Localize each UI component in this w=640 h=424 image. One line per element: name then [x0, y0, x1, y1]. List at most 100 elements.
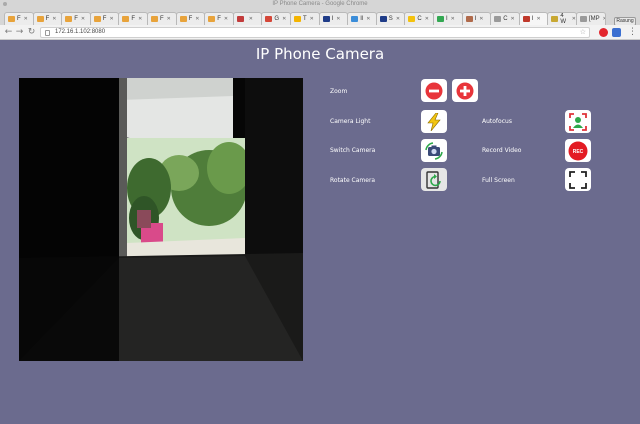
browser-tab[interactable]: F ✕ [204, 12, 234, 25]
back-icon[interactable]: ← [3, 26, 14, 38]
tab-close-icon[interactable]: ✕ [366, 16, 370, 22]
tab-close-icon[interactable]: ✕ [138, 16, 142, 22]
browser-tab[interactable]: 4 W ✕ [547, 12, 577, 25]
camera-video-feed[interactable] [19, 78, 303, 361]
window-titlebar: IP Phone Camera - Google Chrome [0, 0, 640, 8]
tab-favicon-icon [294, 16, 301, 22]
autofocus-label: Autofocus [482, 118, 512, 125]
full-screen-label: Full Screen [482, 177, 515, 184]
browser-tab[interactable]: C ✕ [404, 12, 434, 25]
tab-close-icon[interactable]: ✕ [396, 16, 400, 22]
tab-close-icon[interactable]: ✕ [81, 16, 85, 22]
record-video-label: Record Video [482, 147, 522, 154]
browser-tab[interactable]: F ✕ [147, 12, 177, 25]
tab-close-icon[interactable]: ✕ [451, 16, 455, 22]
tab-favicon-icon [322, 16, 330, 22]
tab-favicon-icon [93, 16, 101, 22]
extension-icon[interactable] [612, 28, 621, 37]
tab-label: I [474, 16, 477, 22]
browser-tab[interactable]: F ✕ [89, 12, 120, 25]
tab-close-icon[interactable]: ✕ [536, 16, 540, 22]
tab-label: I [531, 16, 534, 22]
opera-extension-icon[interactable] [599, 28, 608, 37]
tab-close-icon[interactable]: ✕ [511, 16, 515, 22]
tab-favicon-icon [36, 16, 44, 22]
browser-tab[interactable]: C ✕ [490, 12, 520, 25]
tab-favicon-icon [580, 16, 587, 22]
tab-close-icon[interactable]: ✕ [24, 16, 28, 22]
browser-tab[interactable]: I ✕ [433, 12, 463, 25]
record-video-button[interactable]: REC [565, 139, 591, 162]
tab-close-icon[interactable]: ✕ [195, 16, 199, 22]
tab-close-icon[interactable]: ✕ [167, 16, 171, 22]
tab-close-icon[interactable]: ✕ [310, 16, 314, 22]
page-info-icon[interactable] [45, 30, 50, 36]
browser-tab[interactable]: [MP✕ [576, 12, 606, 25]
tab-label: S [388, 16, 393, 22]
window-title: IP Phone Camera - Google Chrome [272, 1, 368, 7]
browser-tab[interactable]: ✕ [232, 12, 263, 25]
zoom-in-button[interactable] [452, 79, 478, 102]
tab-close-icon[interactable]: ✕ [336, 16, 340, 22]
tab-favicon-icon [8, 16, 15, 22]
bookmark-star-icon[interactable]: ☆ [580, 28, 586, 37]
record-icon: REC [568, 141, 588, 160]
tab-close-icon[interactable]: ✕ [249, 16, 253, 22]
full-screen-button[interactable] [565, 168, 591, 191]
camera-light-label: Camera Light [330, 118, 371, 125]
tab-favicon-icon [465, 16, 473, 22]
tab-close-icon[interactable]: ✕ [425, 16, 429, 22]
forward-icon[interactable]: → [14, 26, 25, 38]
browser-tab[interactable]: F ✕ [32, 12, 63, 25]
browser-tab[interactable]: S ✕ [375, 12, 406, 25]
tab-label: Il [360, 16, 364, 22]
rotate-icon [426, 170, 441, 189]
browser-tab[interactable]: I ✕ [318, 12, 349, 25]
tab-label: G [274, 16, 280, 22]
tab-favicon-icon [265, 16, 273, 22]
minus-circle-icon [425, 82, 443, 99]
camera-frame [19, 78, 303, 361]
browser-menu-icon[interactable]: ⋮ [628, 26, 637, 38]
tab-favicon-icon [379, 16, 387, 22]
tab-close-icon[interactable]: ✕ [224, 16, 228, 22]
browser-tab[interactable]: Il ✕ [347, 12, 377, 25]
focus-person-icon [569, 112, 587, 131]
tab-label: I [331, 16, 334, 22]
browser-tab[interactable]: G ✕ [261, 12, 291, 25]
tab-label: F [160, 16, 164, 22]
switch-camera-button[interactable] [421, 139, 447, 162]
tab-close-icon[interactable]: ✕ [479, 16, 483, 22]
tab-favicon-icon [437, 16, 444, 22]
tab-favicon-icon [551, 16, 559, 22]
tab-favicon-icon [122, 16, 130, 22]
browser-tab[interactable]: F ✕ [175, 12, 206, 25]
tab-label: F [188, 16, 193, 22]
tab-close-icon[interactable]: ✕ [52, 16, 56, 22]
tab-label: C [417, 16, 422, 22]
autofocus-button[interactable] [565, 110, 591, 133]
tab-favicon-icon [236, 16, 244, 22]
tab-favicon-icon [522, 16, 530, 22]
address-bar[interactable]: 172.16.1.102:8080 ☆ [40, 27, 590, 38]
record-badge-text: REC [573, 149, 584, 155]
browser-tab[interactable]: F ✕ [61, 12, 91, 25]
tab-close-icon[interactable]: ✕ [109, 16, 113, 22]
tab-label: I [446, 16, 448, 22]
browser-tab[interactable]: T ✕ [290, 12, 320, 25]
browser-tab[interactable]: I ✕ [461, 12, 492, 25]
browser-tab[interactable]: F ✕ [118, 12, 148, 25]
rotate-camera-button[interactable] [421, 168, 447, 191]
tab-favicon-icon [351, 16, 359, 22]
tab-label: T [303, 16, 307, 22]
page-title: IP Phone Camera [255, 45, 385, 63]
tab-close-icon[interactable]: ✕ [603, 16, 605, 22]
browser-tab[interactable]: I ✕ [518, 12, 549, 25]
tab-favicon-icon [494, 16, 502, 22]
camera-light-button[interactable] [421, 110, 447, 133]
zoom-out-button[interactable] [421, 79, 447, 102]
browser-tab[interactable]: F ✕ [4, 12, 34, 25]
tab-close-icon[interactable]: ✕ [282, 16, 286, 22]
tab-favicon-icon [408, 16, 416, 22]
reload-icon[interactable]: ↻ [26, 26, 37, 38]
